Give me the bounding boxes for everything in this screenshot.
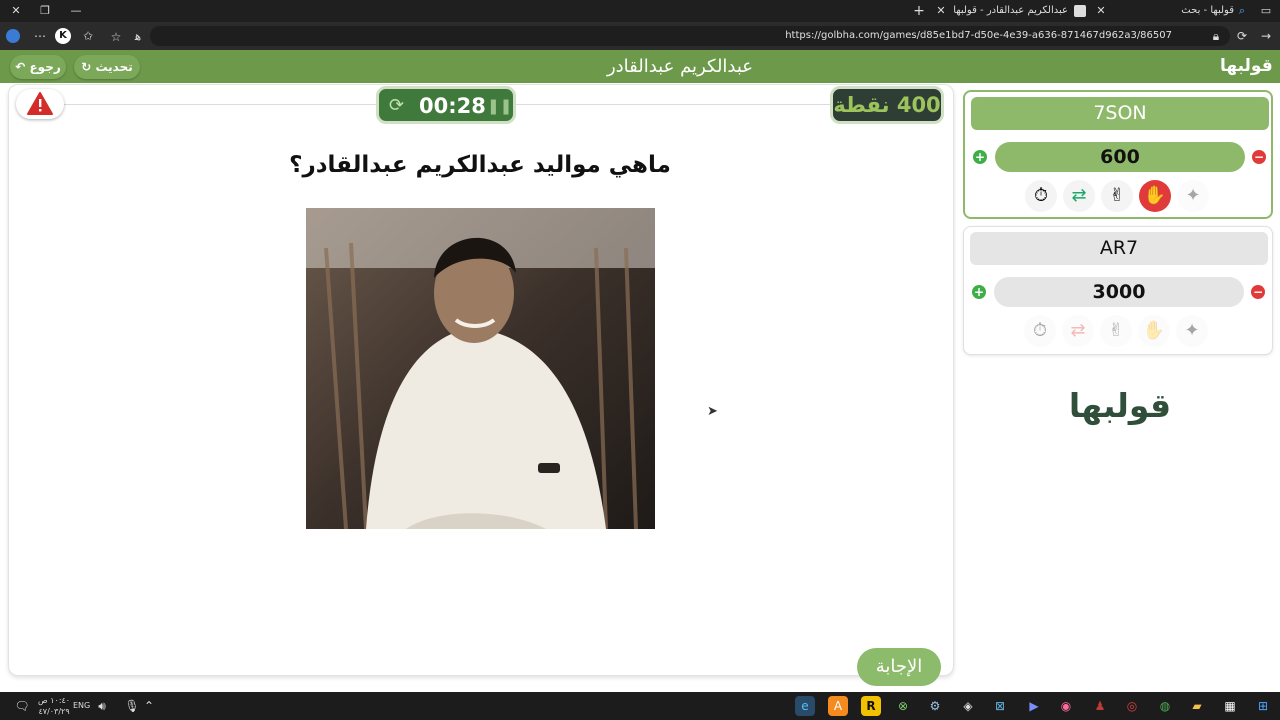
game-header: ↶ رجوع ↻ تحديث عبدالكريم عبدالقادر: [0, 50, 1280, 83]
app-pink-icon[interactable]: ◉: [1056, 696, 1076, 716]
window-minimize-icon[interactable]: —: [68, 3, 84, 19]
swap-icon[interactable]: ⇄: [1062, 315, 1094, 347]
pit-icon[interactable]: ✦: [1177, 180, 1209, 212]
forward-icon[interactable]: →: [1258, 28, 1274, 44]
reload-icon[interactable]: ⟳: [1234, 28, 1250, 44]
stopwatch-icon[interactable]: ⏱: [1024, 315, 1056, 347]
stop-hand-icon[interactable]: ✋: [1139, 180, 1171, 212]
bookmark-icon[interactable]: ☆: [108, 29, 124, 45]
back-icon: ↶: [15, 60, 26, 74]
more-menu-icon[interactable]: ⋯: [32, 28, 48, 44]
two-answers-icon[interactable]: ✌: [1101, 180, 1133, 212]
team-card-1: 7SON + 600 − ⏱ ⇄ ✌ ✋ ✦: [963, 90, 1273, 219]
steam-icon[interactable]: ⚙: [925, 696, 945, 716]
tab-title[interactable]: قولبها - بحث: [1170, 2, 1234, 20]
team-score: 600: [995, 142, 1245, 172]
browser-tab-bar: ✕ ❐ — + ✕ عبدالكريم عبدالقادر - قولبها ـ…: [0, 0, 1280, 22]
tab-favicon-icon: [1074, 5, 1086, 17]
question-image: [306, 208, 655, 529]
add-score-button[interactable]: +: [973, 150, 987, 164]
clock[interactable]: ١٠:٤٠ ص ٤٧/٠٣/٢٩: [38, 695, 70, 717]
tab-active-title[interactable]: عبدالكريم عبدالقادر - قولبها ـ عدل: [954, 2, 1068, 20]
media-player-icon[interactable]: ▶: [1024, 696, 1044, 716]
new-tab-button[interactable]: +: [911, 3, 927, 19]
volume-icon[interactable]: 🔊︎: [92, 696, 112, 716]
back-button[interactable]: ↶ رجوع: [10, 55, 66, 79]
extension-k-icon[interactable]: K: [55, 28, 71, 44]
app-a-icon[interactable]: A: [828, 696, 848, 716]
swap-icon[interactable]: ⇄: [1063, 180, 1095, 212]
address-bar[interactable]: https://golbha.com/games/d85e1bd7-d50e-4…: [150, 26, 1230, 46]
search-icon: ⌕: [1238, 4, 1246, 17]
tab-close-icon[interactable]: ✕: [1093, 3, 1109, 19]
helper-tools: ⏱ ⇄ ✌ ✋ ✦: [1024, 315, 1214, 351]
clock-date: ٤٧/٠٣/٢٩: [38, 707, 70, 716]
pause-icon[interactable]: ❚❚: [487, 94, 512, 118]
language-indicator[interactable]: ENG: [73, 701, 90, 710]
start-icon[interactable]: ⊞: [1253, 696, 1273, 716]
helper-tools: ⏱ ⇄ ✌ ✋ ✦: [1025, 180, 1215, 216]
game-title: عبدالكريم عبدالقادر: [606, 56, 754, 77]
question-text: ماهي مواليد عبدالكريم عبدالقادر؟: [289, 152, 671, 178]
timer-reset-icon[interactable]: ⟳: [389, 94, 404, 118]
timer: ⟳ 00:28 ❚❚: [376, 86, 516, 124]
url-text: https://golbha.com/games/d85e1bd7-d50e-4…: [785, 30, 1172, 41]
refresh-label: تحديث: [95, 60, 133, 74]
tab-close-icon[interactable]: ✕: [933, 3, 949, 19]
lock-icon: 🔒︎: [1212, 29, 1220, 43]
clock-time: ١٠:٤٠ ص: [38, 696, 71, 705]
stop-hand-icon[interactable]: ✋: [1138, 315, 1170, 347]
team-score: 3000: [994, 277, 1244, 307]
refresh-button[interactable]: ↻ تحديث: [74, 55, 140, 79]
window-restore-icon[interactable]: ❐: [37, 3, 53, 19]
favorites-icon[interactable]: ✩: [80, 28, 96, 44]
taskbar: 🗨︎ ١٠:٤٠ ص ٤٧/٠٣/٢٩ ENG 🔊︎ 🎙︎ ⌃ e A R ⊗ …: [0, 692, 1280, 720]
timer-value: 00:28: [419, 94, 486, 118]
epic-icon[interactable]: ◈: [958, 696, 978, 716]
window-close-icon[interactable]: ✕: [8, 3, 24, 19]
team-name: AR7: [970, 232, 1268, 265]
browser-toolbar: ⋯ K ✩ https://golbha.com/games/d85e1bd7-…: [0, 22, 1280, 50]
report-button[interactable]: [16, 89, 64, 119]
excel-icon[interactable]: ⊠: [990, 696, 1010, 716]
store-icon[interactable]: ▦: [1220, 696, 1240, 716]
two-answers-icon[interactable]: ✌: [1100, 315, 1132, 347]
answer-button[interactable]: الإجابة: [857, 648, 941, 686]
points-badge: 400 نقطة: [830, 86, 944, 124]
team-name: 7SON: [971, 97, 1269, 130]
add-score-button[interactable]: +: [972, 285, 986, 299]
record-icon[interactable]: ◎: [1122, 696, 1142, 716]
app-red-icon[interactable]: ♟: [1090, 696, 1110, 716]
file-explorer-icon[interactable]: ▰: [1187, 696, 1207, 716]
header-logo: قولبها: [1220, 56, 1273, 76]
app-r-icon[interactable]: R: [861, 696, 881, 716]
copilot-icon[interactable]: [6, 29, 20, 43]
warning-icon: [27, 92, 53, 115]
tab-actions-icon[interactable]: ▭: [1258, 3, 1274, 19]
brand-logo: قولبها: [1068, 386, 1172, 425]
back-label: رجوع: [29, 60, 61, 74]
pit-icon[interactable]: ✦: [1176, 315, 1208, 347]
edge-icon[interactable]: e: [795, 696, 815, 716]
notification-icon[interactable]: 🗨︎: [12, 696, 32, 716]
subtract-score-button[interactable]: −: [1251, 285, 1265, 299]
team-card-2: AR7 + 3000 − ⏱ ⇄ ✌ ✋ ✦: [963, 226, 1273, 355]
stopwatch-icon[interactable]: ⏱: [1025, 180, 1057, 212]
xbox-icon[interactable]: ⊗: [893, 696, 913, 716]
tray-chevron-icon[interactable]: ⌃: [139, 696, 159, 716]
chrome-icon[interactable]: ◍: [1155, 696, 1175, 716]
refresh-icon: ↻: [81, 60, 92, 74]
mouse-cursor: ➤: [707, 404, 718, 419]
subtract-score-button[interactable]: −: [1252, 150, 1266, 164]
address-hint: ﻫ: [134, 29, 142, 43]
